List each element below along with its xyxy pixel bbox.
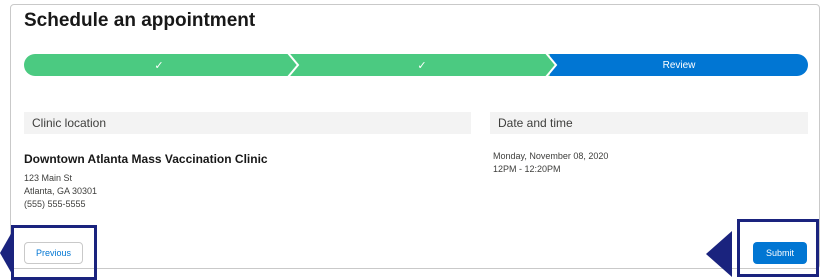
clinic-phone: (555) 555-5555	[24, 199, 86, 209]
appointment-card	[10, 4, 820, 269]
page-title: Schedule an appointment	[24, 10, 256, 31]
path-step-1[interactable]: ✓	[24, 54, 294, 76]
path-step-review[interactable]: Review	[550, 54, 808, 76]
clinic-location-header: Clinic location	[24, 112, 471, 134]
chevron-divider-icon	[287, 54, 300, 76]
appointment-date: Monday, November 08, 2020	[493, 151, 609, 161]
left-pointer-arrow-icon	[0, 232, 12, 274]
clinic-street: 123 Main St	[24, 173, 73, 183]
path-step-2[interactable]: ✓	[292, 54, 552, 76]
path-step-label: Review	[662, 59, 696, 71]
chevron-divider-icon	[545, 54, 558, 76]
clinic-name: Downtown Atlanta Mass Vaccination Clinic	[24, 152, 268, 166]
progress-path: ✓ ✓ Review	[24, 54, 808, 76]
appointment-time: 12PM - 12:20PM	[493, 164, 561, 174]
submit-highlight-box	[737, 219, 819, 277]
clinic-city: Atlanta, GA 30301	[24, 186, 98, 196]
date-time-header: Date and time	[490, 112, 808, 134]
check-icon: ✓	[417, 59, 427, 72]
previous-highlight-box	[11, 225, 97, 280]
check-icon: ✓	[154, 59, 164, 72]
right-pointer-arrow-icon	[706, 231, 732, 277]
